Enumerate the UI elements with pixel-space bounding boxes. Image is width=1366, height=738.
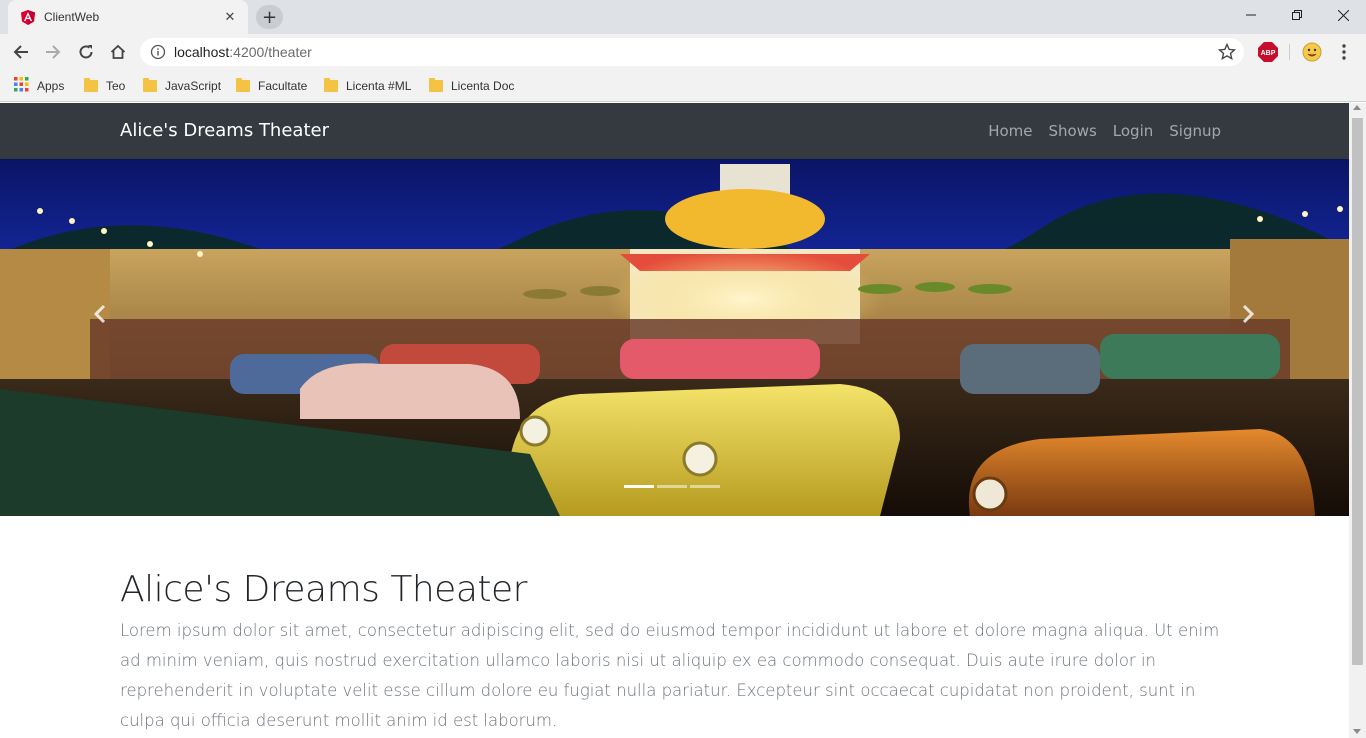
browser-titlebar: ClientWeb ✕ + (0, 0, 1366, 34)
emoji-extension-icon[interactable] (1302, 42, 1322, 66)
bookmarks-bar: Apps Teo JavaScript Facultate Licenta #M… (0, 70, 1366, 102)
nav-link-login[interactable]: Login (1113, 122, 1153, 140)
angular-icon (20, 9, 36, 25)
svg-text:ABP: ABP (1261, 50, 1276, 57)
scroll-down-icon[interactable] (1353, 729, 1361, 734)
folder-icon (143, 78, 157, 92)
nav-link-signup[interactable]: Signup (1169, 122, 1221, 140)
site-navbar: Alice's Dreams Theater Home Shows Login … (0, 103, 1349, 159)
bookmark-label: Teo (106, 79, 126, 93)
back-arrow-icon[interactable] (8, 39, 34, 65)
bookmark-licenta-ml[interactable]: Licenta #ML (324, 77, 411, 95)
hero-carousel (0, 159, 1349, 516)
page-viewport: Alice's Dreams Theater Home Shows Login … (0, 103, 1349, 738)
nav-link-home[interactable]: Home (988, 122, 1032, 140)
bookmark-label: Licenta Doc (451, 79, 515, 93)
toolbar-divider (1289, 44, 1290, 60)
carousel-indicators (624, 485, 720, 488)
close-window-icon[interactable] (1320, 0, 1366, 30)
folder-icon (429, 78, 443, 92)
bookmark-javascript[interactable]: JavaScript (143, 77, 221, 95)
bookmark-apps[interactable]: Apps (14, 76, 65, 96)
reload-icon[interactable] (73, 39, 99, 65)
folder-icon (84, 78, 98, 92)
lead-paragraph: Lorem ipsum dolor sit amet, consectetur … (120, 621, 1220, 730)
nav-link-shows[interactable]: Shows (1048, 122, 1096, 140)
forward-arrow-icon[interactable] (40, 39, 66, 65)
scroll-thumb[interactable] (1352, 118, 1363, 665)
bookmark-facultate[interactable]: Facultate (236, 77, 307, 95)
browser-tab[interactable]: ClientWeb ✕ (8, 0, 248, 34)
folder-icon (236, 78, 250, 92)
drive-in-theater-photo (0, 159, 1349, 516)
bookmark-teo[interactable]: Teo (84, 77, 125, 95)
bookmark-label: Facultate (258, 79, 308, 93)
close-tab-icon[interactable]: ✕ (222, 10, 238, 25)
folder-icon (324, 78, 338, 92)
bookmark-star-icon[interactable] (1217, 42, 1237, 65)
bookmark-label: JavaScript (165, 79, 222, 93)
minimize-icon[interactable] (1228, 0, 1274, 30)
scroll-up-icon[interactable] (1353, 105, 1361, 110)
carousel-indicator-1[interactable] (624, 485, 654, 488)
home-icon[interactable] (105, 39, 131, 65)
address-bar[interactable]: localhost:4200/theater (140, 38, 1244, 66)
carousel-next-icon[interactable] (1233, 299, 1263, 329)
new-tab-button[interactable]: + (256, 5, 283, 29)
page-title: Alice's Dreams Theater (120, 569, 527, 610)
browser-toolbar: localhost:4200/theater ABP (0, 34, 1366, 70)
bookmark-label: Licenta #ML (346, 79, 412, 93)
jumbotron: Alice's Dreams Theater Lorem ipsum dolor… (120, 565, 1235, 736)
carousel-indicator-2[interactable] (657, 485, 687, 488)
carousel-prev-icon[interactable] (85, 299, 115, 329)
navbar-brand[interactable]: Alice's Dreams Theater (120, 120, 329, 141)
carousel-indicator-3[interactable] (690, 485, 720, 488)
bookmark-label: Apps (37, 79, 65, 93)
browser-menu-icon[interactable] (1336, 43, 1352, 63)
nav-links: Home Shows Login Signup (988, 122, 1221, 140)
apps-grid-icon (14, 76, 29, 96)
info-icon[interactable] (150, 44, 166, 64)
url-text[interactable]: localhost:4200/theater (174, 44, 312, 60)
adblock-plus-icon[interactable]: ABP (1258, 42, 1278, 66)
restore-icon[interactable] (1274, 0, 1320, 30)
tab-title: ClientWeb (44, 10, 100, 24)
page-scrollbar[interactable] (1349, 103, 1366, 738)
bookmark-licenta-doc[interactable]: Licenta Doc (429, 77, 514, 95)
